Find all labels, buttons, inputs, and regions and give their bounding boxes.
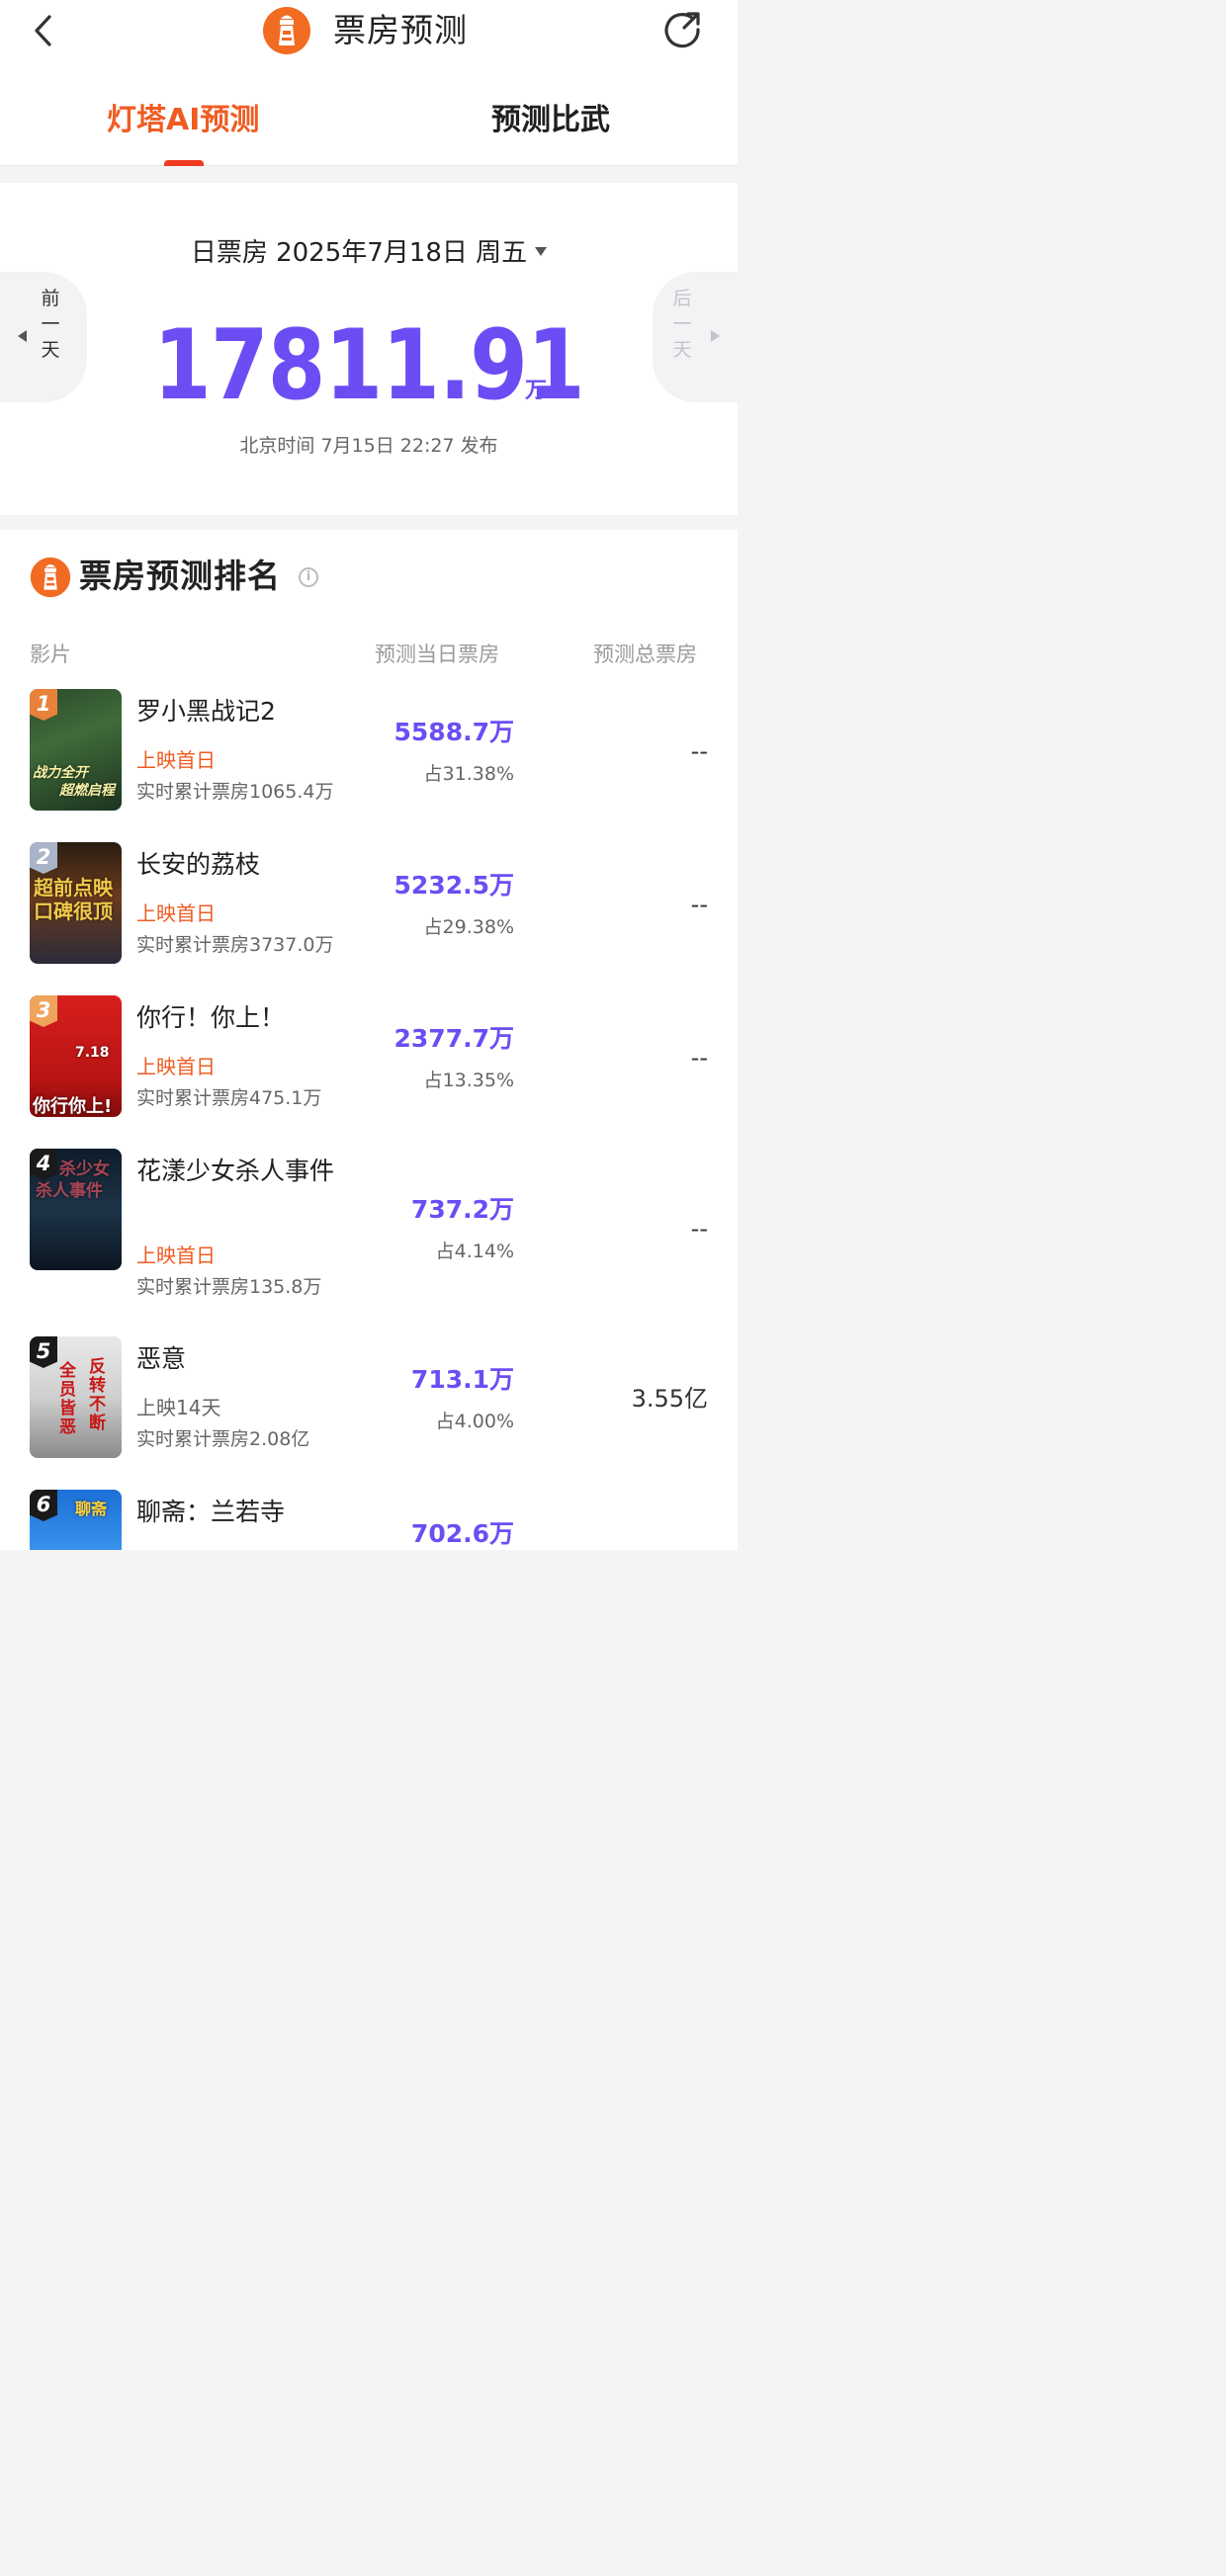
total-forecast: -- bbox=[690, 737, 708, 765]
top-bar: 票房预测 bbox=[0, 0, 738, 61]
film-row[interactable]: 3 7.18 你行你上! 你行！你上！ 上映首日 实时累计票房475.1万 23… bbox=[0, 995, 738, 1134]
film-row[interactable]: 4 杀少女 杀人事件 花漾少女杀人事件 上映首日 实时累计票房135.8万 73… bbox=[0, 1149, 738, 1317]
day-forecast-value: 5232.5万 bbox=[394, 871, 514, 900]
day-forecast-value: 737.2万 bbox=[410, 1195, 514, 1224]
rank-badge: 3 bbox=[30, 995, 57, 1027]
film-cumulative: 实时累计票房475.1万 bbox=[136, 1087, 322, 1109]
total-forecast: -- bbox=[690, 1044, 708, 1072]
lighthouse-logo-icon bbox=[263, 7, 310, 54]
film-status: 上映14天 bbox=[136, 1396, 221, 1419]
day-forecast-share: 占29.38% bbox=[423, 916, 514, 938]
poster-text: 全员皆恶 bbox=[59, 1361, 76, 1437]
film-poster: 4 杀少女 杀人事件 bbox=[30, 1149, 122, 1270]
publish-time: 北京时间 7月15日 22:27 发布 bbox=[239, 435, 498, 457]
film-cumulative: 实时累计票房3737.0万 bbox=[136, 934, 334, 956]
film-name: 花漾少女杀人事件 bbox=[136, 1157, 335, 1185]
day-forecast-value: 713.1万 bbox=[410, 1365, 514, 1394]
film-status: 上映首日 bbox=[136, 1244, 216, 1267]
film-cumulative: 实时累计票房1065.4万 bbox=[136, 781, 334, 803]
film-row[interactable]: 6 聊斋 聊斋：兰若寺 702.6万 bbox=[0, 1490, 738, 1550]
total-forecast: -- bbox=[690, 1215, 708, 1243]
rank-badge: 5 bbox=[30, 1336, 57, 1368]
film-poster: 6 聊斋 bbox=[30, 1490, 122, 1550]
film-poster: 5 反转不断 全员皆恶 bbox=[30, 1336, 122, 1458]
forecast-ranking-section: 票房预测排名 i 影片 预测当日票房 预测总票房 1 战力全开 超燃启程 罗小黑… bbox=[0, 530, 738, 1550]
film-name: 长安的荔枝 bbox=[136, 850, 261, 879]
film-cumulative: 实时累计票房135.8万 bbox=[136, 1276, 322, 1298]
lighthouse-logo-icon bbox=[30, 557, 71, 598]
film-name: 罗小黑战记2 bbox=[136, 697, 276, 726]
film-row[interactable]: 1 战力全开 超燃启程 罗小黑战记2 上映首日 实时累计票房1065.4万 55… bbox=[0, 689, 738, 827]
day-forecast-share: 占4.14% bbox=[435, 1241, 514, 1262]
day-forecast-share: 占13.35% bbox=[423, 1070, 514, 1091]
film-status: 上映首日 bbox=[136, 902, 216, 925]
date-selector[interactable]: 日票房 2025年7月18日 周五 bbox=[0, 236, 738, 270]
daily-box-office-summary: 日票房 2025年7月18日 周五 前 一 天 后 一 天 17811.91 万… bbox=[0, 183, 740, 515]
film-row[interactable]: 5 反转不断 全员皆恶 恶意 上映14天 实时累计票房2.08亿 713.1万 … bbox=[0, 1336, 738, 1475]
poster-text: 聊斋 bbox=[75, 1500, 108, 1518]
chevron-left-icon[interactable] bbox=[28, 12, 61, 49]
total-forecast: 3.55亿 bbox=[631, 1385, 708, 1413]
tab-ai-forecast[interactable]: 灯塔AI预测 bbox=[107, 101, 259, 140]
film-name: 你行！你上！ bbox=[136, 1003, 286, 1032]
film-poster: 3 7.18 你行你上! bbox=[30, 995, 122, 1117]
info-icon[interactable]: i bbox=[299, 567, 318, 587]
poster-text: 杀人事件 bbox=[36, 1181, 103, 1201]
film-cumulative: 实时累计票房2.08亿 bbox=[136, 1428, 310, 1450]
ranking-title: 票房预测排名 bbox=[79, 557, 281, 595]
caret-down-icon bbox=[535, 247, 548, 256]
film-row[interactable]: 2 超前点映 口碑很顶 长安的荔枝 上映首日 实时累计票房3737.0万 523… bbox=[0, 842, 738, 981]
rank-badge: 2 bbox=[30, 842, 57, 874]
column-header-day-box-office[interactable]: 预测当日票房 bbox=[375, 641, 499, 668]
day-forecast-value: 702.6万 bbox=[410, 1519, 514, 1548]
poster-text: 超燃启程 bbox=[59, 783, 115, 799]
total-forecast-unit: 万 bbox=[525, 379, 548, 403]
day-forecast-value: 5588.7万 bbox=[394, 718, 514, 746]
day-forecast-share: 占4.00% bbox=[435, 1411, 514, 1432]
film-name: 恶意 bbox=[136, 1344, 187, 1373]
film-status: 上映首日 bbox=[136, 748, 216, 772]
date-label: 日票房 2025年7月18日 周五 bbox=[190, 238, 528, 268]
total-forecast: -- bbox=[690, 891, 708, 918]
rank-badge: 1 bbox=[30, 689, 57, 721]
page-title: 票房预测 bbox=[333, 11, 468, 49]
film-name: 聊斋：兰若寺 bbox=[136, 1498, 286, 1526]
day-forecast-share: 占31.38% bbox=[423, 763, 514, 785]
share-icon[interactable] bbox=[660, 8, 704, 51]
poster-text: 战力全开 bbox=[33, 765, 88, 781]
column-header-total-box-office[interactable]: 预测总票房 bbox=[593, 641, 697, 668]
poster-text: 反转不断 bbox=[89, 1357, 106, 1433]
column-header-film: 影片 bbox=[30, 643, 71, 666]
tab-bar: 灯塔AI预测 预测比武 bbox=[0, 61, 738, 166]
caret-right-icon bbox=[711, 330, 720, 342]
caret-left-icon bbox=[18, 330, 27, 342]
film-poster: 1 战力全开 超燃启程 bbox=[30, 689, 122, 811]
poster-text: 口碑很顶 bbox=[34, 900, 113, 923]
tab-forecast-contest[interactable]: 预测比武 bbox=[491, 101, 610, 140]
film-poster: 2 超前点映 口碑很顶 bbox=[30, 842, 122, 964]
poster-text: 7.18 bbox=[75, 1045, 110, 1061]
poster-text: 你行你上! bbox=[33, 1096, 113, 1117]
total-forecast-value: 17811.91 bbox=[153, 309, 585, 422]
day-forecast-value: 2377.7万 bbox=[394, 1024, 514, 1053]
rank-badge: 6 bbox=[30, 1490, 57, 1521]
film-status: 上映首日 bbox=[136, 1055, 216, 1078]
active-tab-indicator bbox=[164, 160, 204, 166]
